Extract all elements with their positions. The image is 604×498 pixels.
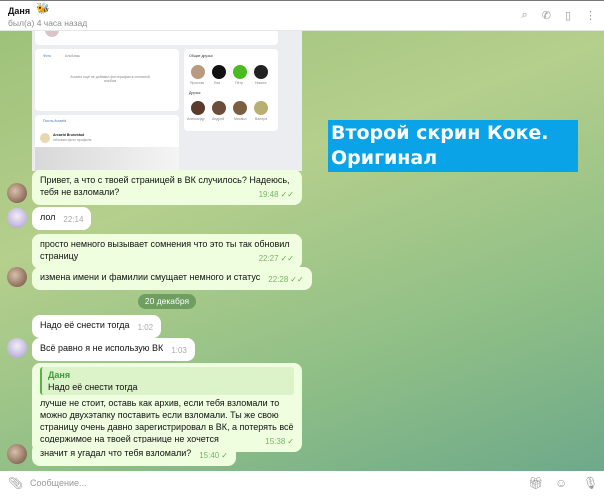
microphone-icon[interactable]: 🎙︎ — [583, 476, 598, 490]
date-separator: 20 декабря — [138, 294, 196, 309]
double-check-icon: ✓✓ — [290, 275, 304, 284]
sidebar-toggle-icon[interactable]: ▯ — [565, 9, 571, 22]
gift-icon[interactable]: 🎁︎ — [528, 476, 543, 490]
chat-header: Даня 🐝 был(а) 4 часа назад ⌕ ✆ ▯ ⋮ — [0, 0, 604, 31]
last-seen-status: был(а) 4 часа назад — [8, 18, 88, 28]
vk-photos-card: Фото Альбомы Arcaeld ещё не добавил фото… — [35, 49, 179, 111]
double-check-icon: ✓✓ — [280, 190, 294, 199]
message-input[interactable]: Сообщение... — [30, 478, 86, 488]
double-check-icon: ✓✓ — [280, 254, 294, 263]
contact-name[interactable]: Даня — [8, 6, 30, 16]
vk-screenshot-image[interactable]: Фото Альбомы Arcaeld ещё не добавил фото… — [32, 31, 302, 171]
phone-icon[interactable]: ✆ — [542, 9, 551, 22]
attach-icon[interactable]: 📎︎ — [8, 476, 23, 490]
message-incoming[interactable]: лол 22:14 — [32, 207, 92, 230]
avatar[interactable] — [7, 183, 27, 203]
vk-friends-card: Общие друзья Ярослав Ева Пётр Никита Друзья… — [184, 49, 278, 131]
search-icon[interactable]: ⌕ — [522, 9, 528, 22]
chat-area[interactable]: Фото Альбомы Arcaeld ещё не добавил фото… — [0, 31, 604, 471]
message-composer: 📎︎ Сообщение... 🎁︎ ☺ 🎙︎ — [0, 471, 604, 498]
message-incoming[interactable]: Надо её снести тогда 1:02 — [32, 315, 162, 338]
caption-overlay: Второй скрин Коке. Оригинал — [328, 120, 578, 172]
avatar[interactable] — [7, 267, 27, 287]
message-outgoing[interactable]: Привет, а что с твоей страницей в ВК слу… — [32, 170, 302, 205]
reply-quote[interactable]: Даня Надо её снести тогда — [40, 367, 294, 395]
avatar[interactable] — [7, 208, 27, 228]
message-outgoing[interactable]: просто немного вызывает сомнения что это… — [32, 234, 302, 269]
avatar[interactable] — [7, 338, 27, 358]
message-outgoing-reply[interactable]: Даня Надо её снести тогда лучше не стоит,… — [32, 363, 302, 452]
more-menu-icon[interactable]: ⋮ — [585, 9, 596, 22]
message-incoming[interactable]: Всё равно я не использую ВК 1:03 — [32, 338, 195, 361]
emoji-icon[interactable]: ☺ — [555, 476, 567, 490]
check-icon: ✓ — [287, 437, 294, 446]
contact-emoji-status: 🐝 — [36, 3, 50, 15]
message-outgoing[interactable]: измена имени и фамилии смущает немного и… — [32, 267, 312, 290]
check-icon: ✓ — [221, 451, 228, 460]
message-outgoing[interactable]: значит я угадал что тебя взломали? 15:40 ✓ — [32, 443, 236, 466]
vk-posts-card: Посты Arcaeld Arcaeld Brunestud обновил … — [35, 115, 179, 171]
vk-profile-card — [35, 31, 278, 45]
avatar[interactable] — [7, 444, 27, 464]
